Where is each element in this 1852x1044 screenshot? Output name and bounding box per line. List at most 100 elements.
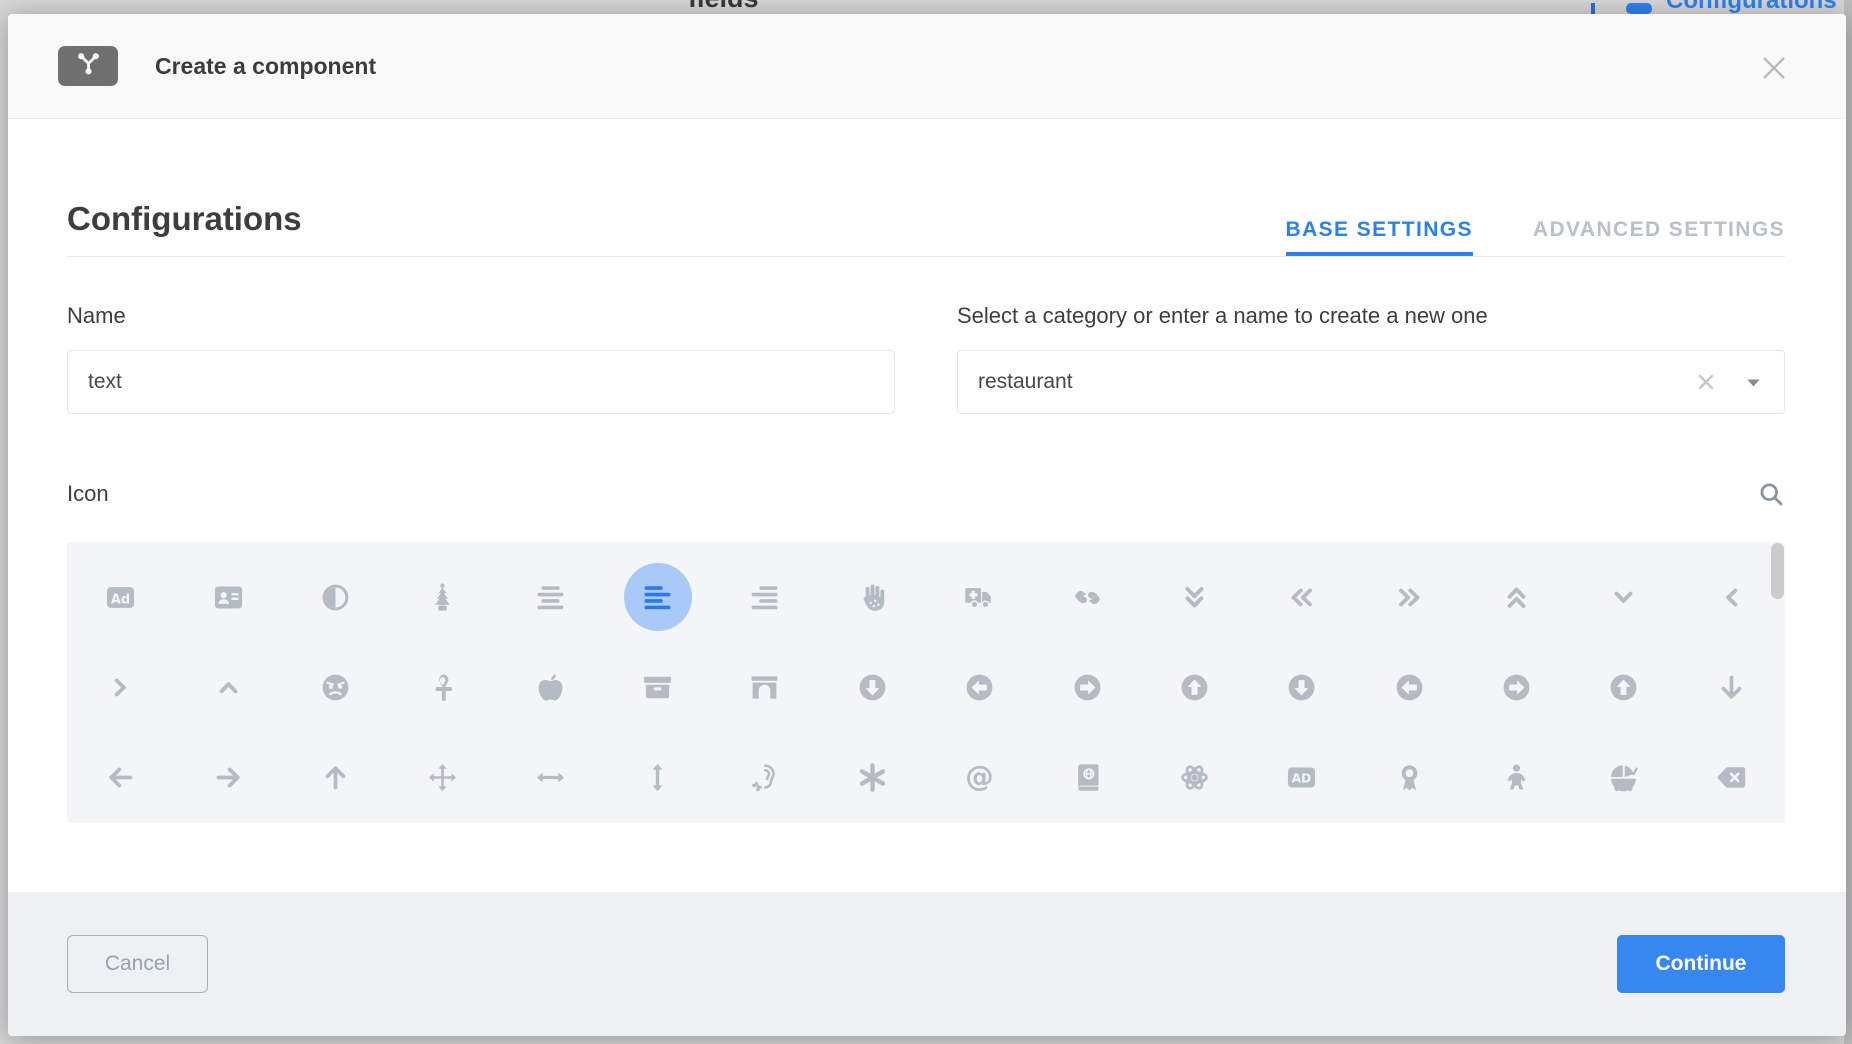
caret-down-icon[interactable] bbox=[1743, 372, 1764, 393]
assistive-listening-systems-icon bbox=[731, 743, 799, 811]
icon-option-arrow-left[interactable] bbox=[67, 732, 174, 822]
allergies-icon bbox=[838, 563, 906, 631]
icon-option-align-center[interactable] bbox=[497, 552, 604, 642]
audio-description-icon: AD bbox=[1268, 743, 1336, 811]
icon-option-angle-left[interactable] bbox=[1678, 552, 1785, 642]
icon-option-ambulance[interactable] bbox=[926, 552, 1033, 642]
icon-option-apple-alt[interactable] bbox=[497, 642, 604, 732]
arrow-left-icon bbox=[87, 743, 155, 811]
angle-double-down-icon bbox=[1160, 563, 1228, 631]
icon-option-arrows-alt-h[interactable] bbox=[497, 732, 604, 822]
icon-option-angle-double-left[interactable] bbox=[1248, 552, 1355, 642]
icon-option-arrow-up[interactable] bbox=[282, 732, 389, 822]
arrow-alt-circle-left-icon bbox=[946, 653, 1014, 721]
icon-option-angle-up[interactable] bbox=[174, 642, 281, 732]
icon-option-archway[interactable] bbox=[711, 642, 818, 732]
icon-option-ad[interactable]: Ad bbox=[67, 552, 174, 642]
angle-left-icon bbox=[1697, 563, 1765, 631]
icon-grid-cells: Ad @ AD bbox=[67, 542, 1785, 822]
icon-option-arrow-circle-right[interactable] bbox=[1463, 642, 1570, 732]
icon-option-align-right[interactable] bbox=[711, 552, 818, 642]
cancel-button[interactable]: Cancel bbox=[67, 935, 208, 993]
align-left-icon bbox=[624, 563, 692, 631]
tab-advanced-settings[interactable]: ADVANCED SETTINGS bbox=[1533, 218, 1785, 256]
arrows-alt-h-icon bbox=[516, 743, 584, 811]
arrow-alt-circle-right-icon bbox=[1053, 653, 1121, 721]
icon-option-assistive-listening-systems[interactable] bbox=[711, 732, 818, 822]
icon-option-angle-right[interactable] bbox=[67, 642, 174, 732]
icon-option-arrow-alt-circle-left[interactable] bbox=[926, 642, 1033, 732]
icon-option-arrow-down[interactable] bbox=[1678, 642, 1785, 732]
background-page-strip: fields Configurations bbox=[0, 0, 1844, 14]
angle-double-up-icon bbox=[1483, 563, 1551, 631]
icon-option-asterisk[interactable] bbox=[819, 732, 926, 822]
icon-option-arrow-right[interactable] bbox=[174, 732, 281, 822]
icon-option-arrow-circle-up[interactable] bbox=[1570, 642, 1677, 732]
angry-icon bbox=[301, 653, 369, 721]
svg-text:Ad: Ad bbox=[111, 592, 130, 607]
icon-option-angle-double-up[interactable] bbox=[1463, 552, 1570, 642]
background-tab-indicator bbox=[1591, 3, 1595, 14]
address-card-icon bbox=[194, 563, 262, 631]
arrow-circle-up-icon bbox=[1590, 653, 1658, 721]
icon-option-baby[interactable] bbox=[1463, 732, 1570, 822]
icon-option-arrow-circle-down[interactable] bbox=[1248, 642, 1355, 732]
icon-option-adjust[interactable] bbox=[282, 552, 389, 642]
angle-right-icon bbox=[87, 653, 155, 721]
icon-option-arrow-alt-circle-right[interactable] bbox=[1033, 642, 1140, 732]
baby-carriage-icon bbox=[1590, 743, 1658, 811]
award-icon bbox=[1375, 743, 1443, 811]
icon-option-align-left[interactable] bbox=[604, 552, 711, 642]
icon-option-arrows-alt[interactable] bbox=[389, 732, 496, 822]
icon-option-allergies[interactable] bbox=[819, 552, 926, 642]
align-center-icon bbox=[516, 563, 584, 631]
icon-option-arrow-circle-left[interactable] bbox=[1356, 642, 1463, 732]
icon-label: Icon bbox=[67, 481, 109, 507]
icon-option-angle-down[interactable] bbox=[1570, 552, 1677, 642]
section-divider bbox=[67, 256, 1785, 257]
icon-option-angle-double-right[interactable] bbox=[1356, 552, 1463, 642]
air-freshener-icon bbox=[409, 563, 477, 631]
background-tab-icon bbox=[1626, 3, 1652, 14]
ankh-icon bbox=[409, 653, 477, 721]
icon-option-at[interactable]: @ bbox=[926, 732, 1033, 822]
icon-option-atom[interactable] bbox=[1141, 732, 1248, 822]
share-node-icon bbox=[75, 50, 102, 82]
icon-option-baby-carriage[interactable] bbox=[1570, 732, 1677, 822]
icon-grid-scrollbar[interactable] bbox=[1771, 543, 1784, 599]
icon-option-angle-double-down[interactable] bbox=[1141, 552, 1248, 642]
arrows-alt-v-icon bbox=[624, 743, 692, 811]
category-select[interactable]: restaurant bbox=[957, 350, 1785, 414]
close-icon bbox=[1760, 69, 1788, 86]
continue-button[interactable]: Continue bbox=[1617, 935, 1785, 993]
modal-footer: Cancel Continue bbox=[8, 892, 1846, 1036]
clear-icon[interactable] bbox=[1695, 371, 1717, 393]
settings-tabs: BASE SETTINGS ADVANCED SETTINGS bbox=[1286, 218, 1785, 256]
icon-option-ankh[interactable] bbox=[389, 642, 496, 732]
tab-base-settings[interactable]: BASE SETTINGS bbox=[1286, 218, 1473, 256]
icon-option-address-card[interactable] bbox=[174, 552, 281, 642]
name-input[interactable] bbox=[67, 350, 895, 414]
icon-option-audio-description[interactable]: AD bbox=[1248, 732, 1355, 822]
close-button[interactable] bbox=[1760, 54, 1788, 82]
icon-option-angry[interactable] bbox=[282, 642, 389, 732]
icon-option-backspace[interactable] bbox=[1678, 732, 1785, 822]
ad-icon: Ad bbox=[87, 563, 155, 631]
icon-option-arrow-alt-circle-up[interactable] bbox=[1141, 642, 1248, 732]
component-badge bbox=[58, 46, 118, 86]
icon-option-arrow-alt-circle-down[interactable] bbox=[819, 642, 926, 732]
icon-option-arrows-alt-v[interactable] bbox=[604, 732, 711, 822]
icon-option-atlas[interactable] bbox=[1033, 732, 1140, 822]
archive-icon bbox=[624, 653, 692, 721]
search-icon[interactable] bbox=[1757, 480, 1785, 508]
section-heading: Configurations bbox=[67, 200, 302, 238]
icon-option-american-sign-language-interpreting[interactable] bbox=[1033, 552, 1140, 642]
modal-body: Configurations BASE SETTINGS ADVANCED SE… bbox=[67, 118, 1785, 823]
category-value: restaurant bbox=[978, 370, 1695, 394]
icon-option-archive[interactable] bbox=[604, 642, 711, 732]
icon-option-air-freshener[interactable] bbox=[389, 552, 496, 642]
background-page-heading: fields bbox=[688, 0, 759, 14]
icon-option-award[interactable] bbox=[1356, 732, 1463, 822]
arrow-alt-circle-up-icon bbox=[1160, 653, 1228, 721]
american-sign-language-interpreting-icon bbox=[1053, 563, 1121, 631]
